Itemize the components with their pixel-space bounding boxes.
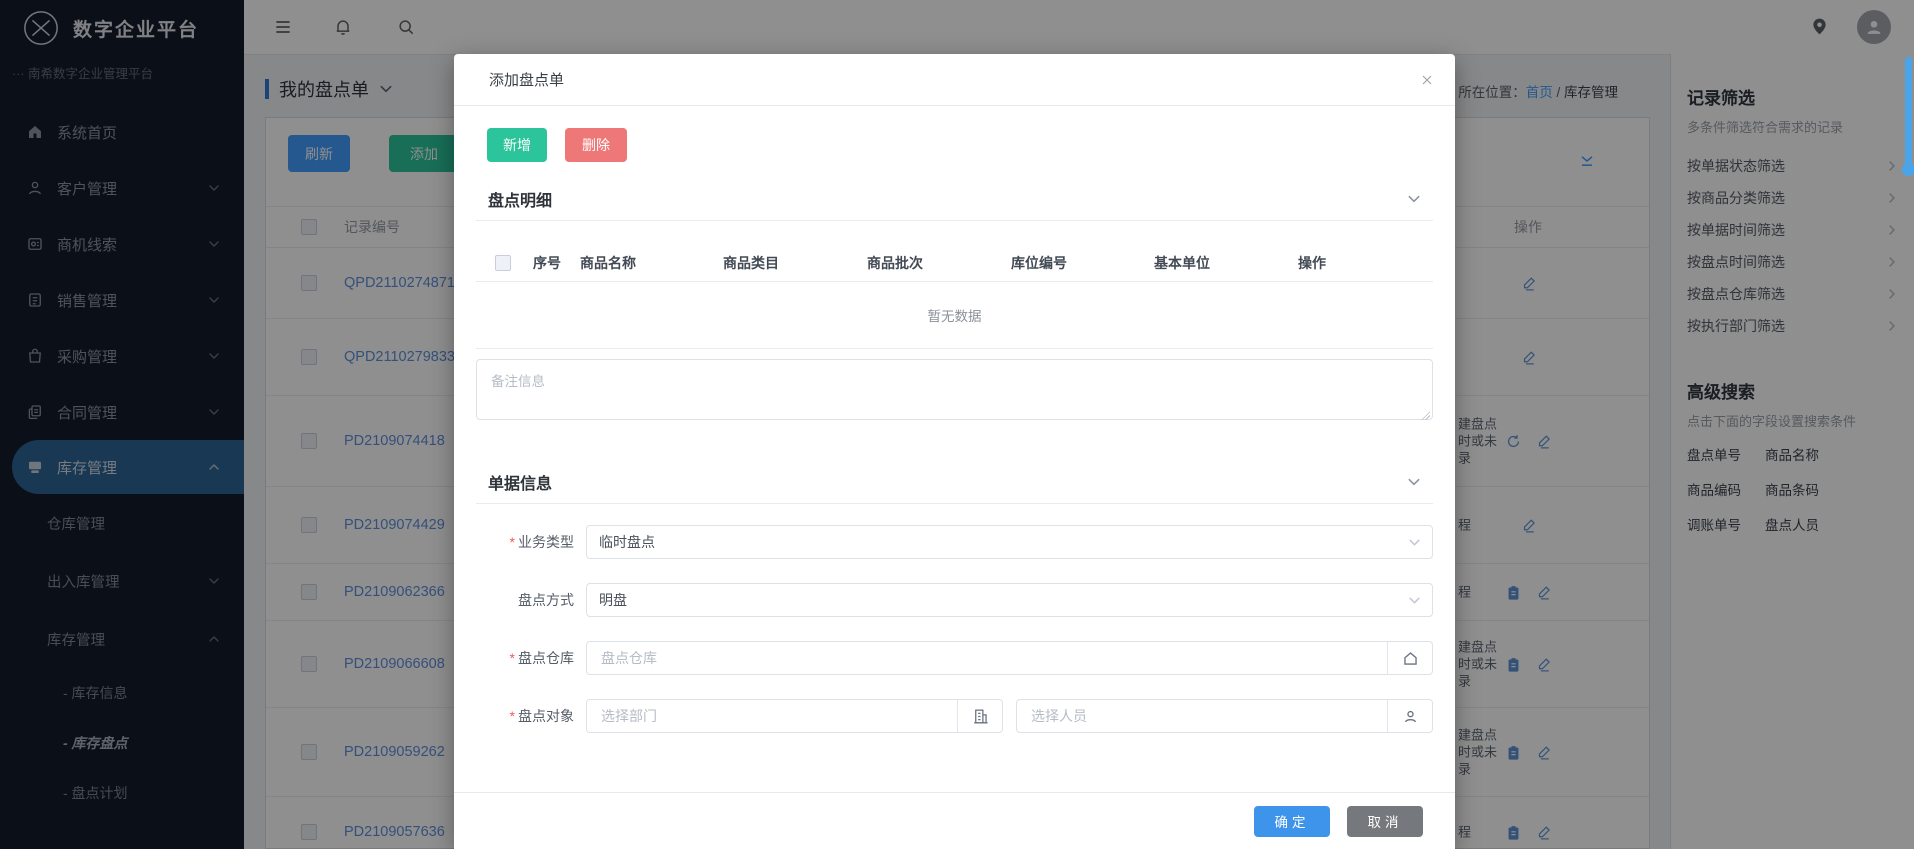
warehouse-picker-button[interactable] <box>1387 642 1432 674</box>
building-icon <box>971 707 990 726</box>
department-input[interactable] <box>599 707 950 725</box>
detail-column-header-库位编号: 库位编号 <box>1011 253 1154 273</box>
form-row-business-type: *业务类型 临时盘点 <box>476 525 1433 559</box>
chevron-down-icon <box>1408 594 1421 607</box>
modal-header: 添加盘点单 <box>454 54 1455 106</box>
form-row-target: *盘点对象 <box>476 699 1433 733</box>
target-fields <box>586 699 1433 733</box>
chevron-down-icon[interactable] <box>1407 475 1421 489</box>
modal-body: 新增 删除 盘点明细 序号商品名称商品类目商品批次库位编号基本单位操作 暂无数据… <box>454 128 1455 733</box>
department-picker-button[interactable] <box>957 700 1002 732</box>
add-check-order-modal: 添加盘点单 新增 删除 盘点明细 序号商品名称商品类目商品批次库位编号基本单位操… <box>454 54 1455 849</box>
confirm-button[interactable]: 确定 <box>1254 806 1330 837</box>
doc-section-title: 单据信息 <box>488 470 1407 494</box>
check-method-label: 盘点方式 <box>476 590 586 610</box>
person-input[interactable] <box>1029 707 1380 725</box>
person-picker-button[interactable] <box>1387 700 1432 732</box>
detail-select-all-checkbox[interactable] <box>495 255 511 271</box>
detail-table-header: 序号商品名称商品类目商品批次库位编号基本单位操作 <box>476 245 1433 282</box>
detail-column-header-商品批次: 商品批次 <box>867 253 1011 273</box>
required-asterisk: * <box>510 650 515 666</box>
modal-footer: 确定 取消 <box>454 792 1455 849</box>
chevron-down-icon <box>1408 536 1421 549</box>
note-wrapper <box>476 359 1433 425</box>
divider <box>476 220 1433 221</box>
warehouse-field <box>586 641 1433 675</box>
warehouse-input[interactable] <box>599 649 1380 667</box>
business-type-value: 临时盘点 <box>599 532 655 552</box>
app-screen: 数字企业平台 ··· 南希数字企业管理平台 系统首页客户管理商机线索销售管理采购… <box>0 0 1914 849</box>
empty-state-text: 暂无数据 <box>476 282 1433 349</box>
new-row-button[interactable]: 新增 <box>487 128 547 162</box>
detail-column-header-商品类目: 商品类目 <box>723 253 867 273</box>
detail-column-header-商品名称: 商品名称 <box>580 253 723 273</box>
business-type-select[interactable]: 临时盘点 <box>586 525 1433 559</box>
person-field <box>1016 699 1433 733</box>
note-textarea[interactable] <box>476 359 1433 420</box>
delete-row-button[interactable]: 删除 <box>565 128 627 162</box>
detail-section-header: 盘点明细 <box>488 187 1421 211</box>
form-row-check-method: 盘点方式 明盘 <box>476 583 1433 617</box>
house-icon <box>1401 649 1420 668</box>
doc-section-header: 单据信息 <box>488 470 1421 494</box>
check-method-select[interactable]: 明盘 <box>586 583 1433 617</box>
detail-column-header-序号: 序号 <box>533 253 580 273</box>
department-field <box>586 699 1003 733</box>
form-row-warehouse: *盘点仓库 <box>476 641 1433 675</box>
scrollbar-thumb[interactable] <box>1905 57 1912 169</box>
detail-column-header-操作: 操作 <box>1298 253 1378 273</box>
cancel-button[interactable]: 取消 <box>1347 806 1423 837</box>
business-type-label: *业务类型 <box>476 532 586 552</box>
target-label: *盘点对象 <box>476 706 586 726</box>
divider <box>476 503 1433 504</box>
close-icon[interactable] <box>1419 72 1435 88</box>
detail-section-title: 盘点明细 <box>488 187 1407 211</box>
chevron-down-icon[interactable] <box>1407 192 1421 206</box>
modal-toolbar: 新增 删除 <box>487 128 1433 162</box>
required-asterisk: * <box>510 534 515 550</box>
check-method-value: 明盘 <box>599 590 627 610</box>
warehouse-label: *盘点仓库 <box>476 648 586 668</box>
modal-title: 添加盘点单 <box>489 69 1419 90</box>
resize-grip[interactable] <box>1421 411 1430 420</box>
doc-form: *业务类型 临时盘点 盘点方式 明盘 *盘点仓库 <box>476 525 1433 733</box>
detail-column-header-基本单位: 基本单位 <box>1154 253 1298 273</box>
required-asterisk: * <box>510 708 515 724</box>
person-icon <box>1401 707 1420 726</box>
